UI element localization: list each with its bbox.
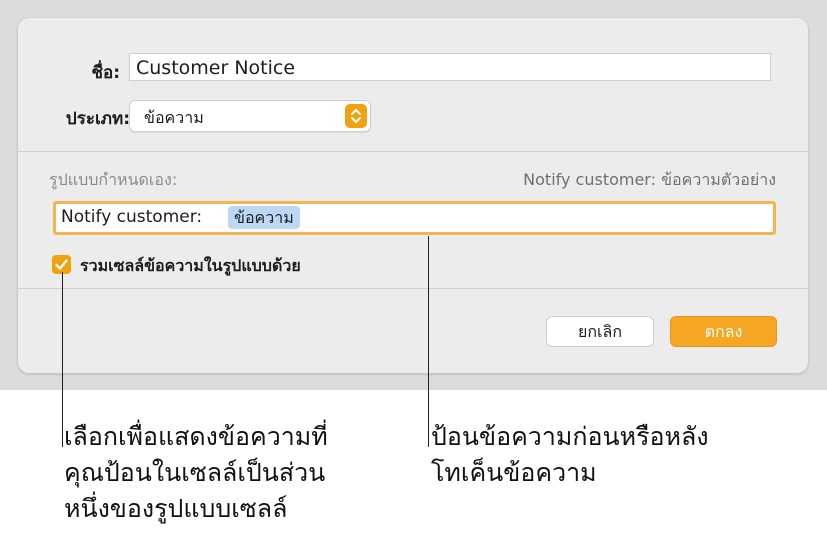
cancel-button[interactable]: ยกเลิก: [546, 316, 654, 347]
name-label: ชื่อ:: [91, 63, 120, 83]
callout-left-line: หนึ่งของรูปแบบเซลล์: [64, 494, 288, 523]
callout-right-line: โทเค็นข้อความ: [431, 458, 597, 487]
include-cell-text-label: รวมเซลล์ข้อความในรูปแบบด้วย: [80, 256, 301, 275]
type-select-value: ข้อความ: [144, 108, 204, 127]
text-token[interactable]: ข้อความ: [228, 206, 300, 229]
custom-format-dialog: ชื่อ: Customer Notice ประเภท: ข้อความ รู…: [18, 18, 808, 373]
custom-format-label: รูปแบบกำหนดเอง:: [49, 170, 178, 189]
custom-format-field[interactable]: Notify customer: ข้อความ: [53, 201, 776, 235]
chevron-up-down-icon[interactable]: [345, 104, 367, 128]
callout-line-right: [428, 236, 429, 447]
callout-line-left: [62, 272, 63, 447]
ok-button[interactable]: ตกลง: [670, 316, 777, 347]
format-prefix-text: Notify customer:: [61, 207, 203, 227]
name-input[interactable]: Customer Notice: [129, 53, 771, 81]
callout-right-line: ป้อนข้อความก่อนหรือหลัง: [431, 422, 709, 451]
callout-left: เลือกเพื่อแสดงข้อความที่ คุณป้อนในเซลล์เ…: [64, 419, 404, 527]
format-preview: Notify customer: ข้อความตัวอย่าง: [523, 170, 776, 189]
divider: [18, 151, 808, 152]
callout-right: ป้อนข้อความก่อนหรือหลัง โทเค็นข้อความ: [431, 419, 791, 491]
type-select[interactable]: ข้อความ: [129, 100, 371, 132]
callout-left-line: เลือกเพื่อแสดงข้อความที่: [64, 422, 328, 451]
divider: [18, 288, 808, 289]
type-label: ประเภท:: [65, 109, 130, 129]
callout-left-line: คุณป้อนในเซลล์เป็นส่วน: [64, 458, 326, 487]
